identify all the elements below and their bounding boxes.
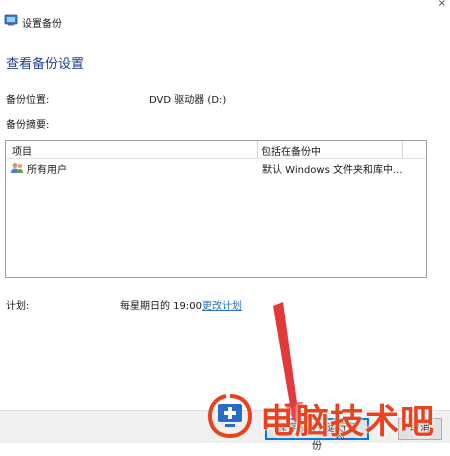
close-icon[interactable]: × <box>438 0 446 9</box>
backup-location-label: 备份位置: <box>6 95 50 106</box>
column-divider[interactable] <box>257 141 258 158</box>
schedule-value: 每星期日的 19:00 <box>120 301 202 312</box>
column-header-item[interactable]: 项目 <box>12 143 32 158</box>
list-item-name: 所有用户 <box>27 165 67 176</box>
watermark-text: 电脑技术吧 <box>260 402 435 442</box>
title-bar: 设置备份 × <box>0 0 450 40</box>
list-header: 项目 包括在备份中 <box>6 141 426 159</box>
column-divider[interactable] <box>402 141 403 158</box>
schedule-label: 计划: <box>6 301 30 312</box>
page-title: 查看备份设置 <box>6 57 85 72</box>
change-schedule-link[interactable]: 更改计划 <box>202 297 242 312</box>
watermark: 电脑技术吧 <box>204 392 450 442</box>
list-item-included: 默认 Windows 文件夹和库中... <box>262 165 403 176</box>
backup-location-value: DVD 驱动器 (D:) <box>149 95 227 106</box>
logo-icon <box>208 394 252 438</box>
window-title: 设置备份 <box>22 19 62 30</box>
users-icon <box>11 163 23 173</box>
list-item[interactable]: 所有用户 默认 Windows 文件夹和库中... <box>6 159 426 176</box>
column-header-included[interactable]: 包括在备份中 <box>261 143 321 158</box>
backup-summary-label: 备份摘要: <box>6 120 50 131</box>
backup-icon <box>4 14 18 26</box>
backup-summary-list[interactable]: 项目 包括在备份中 所有用户 默认 Windows 文件夹和库中... <box>5 140 427 278</box>
